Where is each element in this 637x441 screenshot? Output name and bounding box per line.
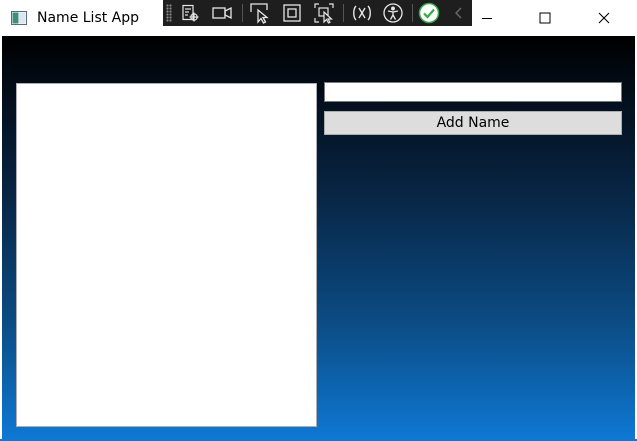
maximize-button[interactable] (522, 0, 568, 36)
minimize-icon (482, 18, 492, 19)
display-layout-adorners-icon[interactable] (280, 1, 304, 25)
checkmark-icon[interactable] (417, 1, 441, 25)
live-preview-icon[interactable] (210, 1, 234, 25)
name-input[interactable] (324, 82, 622, 102)
toolbar-grip-icon[interactable] (166, 4, 172, 22)
app-window: Name List App Add Name (0, 0, 637, 441)
select-element-icon[interactable] (178, 1, 202, 25)
main-content: Add Name (2, 36, 635, 439)
maximize-icon (539, 12, 551, 24)
binding-failures-icon[interactable] (350, 1, 374, 25)
minimize-button[interactable] (464, 0, 510, 36)
pointer-select-icon[interactable] (248, 1, 272, 25)
accessibility-icon[interactable] (381, 1, 405, 25)
names-listbox[interactable] (16, 83, 317, 427)
title-bar[interactable]: Name List App (0, 0, 637, 36)
app-window-icon (11, 11, 27, 25)
xaml-debug-toolbar (163, 0, 472, 26)
close-button[interactable] (581, 0, 627, 36)
close-icon (598, 12, 610, 24)
add-name-button[interactable]: Add Name (324, 111, 622, 135)
track-focus-icon[interactable] (312, 1, 336, 25)
window-title: Name List App (37, 10, 140, 26)
